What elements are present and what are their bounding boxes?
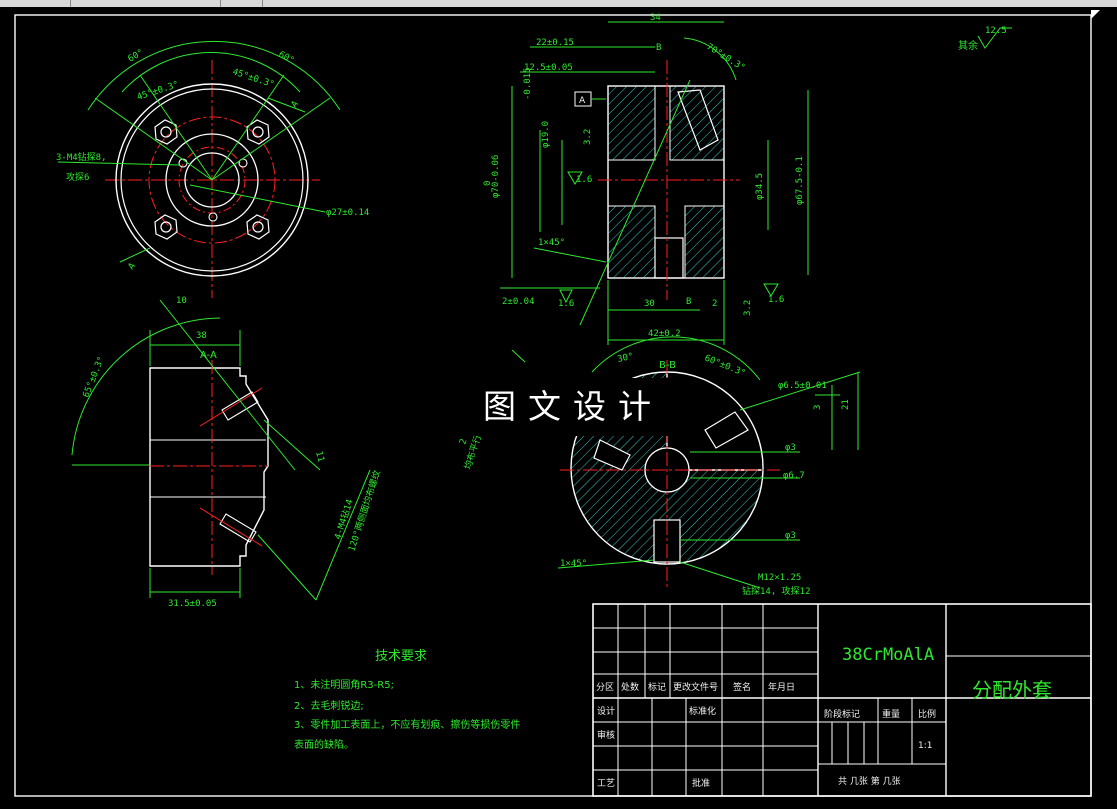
- technical-requirements: 技术要求 1、未注明圆角R3-R5; 2、去毛刺锐边; 3、零件加工表面上，不应…: [294, 649, 520, 751]
- review-label: 审核: [597, 729, 615, 741]
- dim-21: 21: [841, 399, 851, 410]
- thread-depth: 钻探14, 攻探12: [742, 585, 811, 597]
- dia-3-top: φ3: [785, 443, 796, 453]
- design-label: 设计: [597, 705, 615, 717]
- dim-2-004: 2±0.04: [502, 297, 535, 307]
- dim-3: 3: [813, 405, 823, 410]
- dia-19: φ19.0: [541, 121, 551, 148]
- standardize-label: 标准化: [689, 705, 716, 717]
- roughness-value: 12.5: [985, 26, 1007, 36]
- section-bb-label: B-B: [659, 360, 676, 371]
- thread-m12: M12×1.25: [758, 573, 801, 583]
- process-label: 工艺: [597, 778, 615, 789]
- datum-a-label: A: [579, 96, 586, 106]
- dia-34-5: φ34.5: [755, 173, 765, 200]
- dia-67-5: φ67.5-0.1: [795, 156, 805, 205]
- dim-11: 11: [313, 450, 325, 463]
- dim-31-5: 31.5±0.05: [168, 599, 217, 609]
- roughness-1-6-bottom: 1.6: [558, 299, 574, 309]
- dia-70: φ70-0.06: [491, 155, 501, 198]
- tol-minus: -0.015: [523, 67, 533, 100]
- dia-27: φ27±0.14: [326, 208, 369, 218]
- sheet-count: 共 几张 第 几张: [838, 775, 901, 787]
- header-signature: 签名: [733, 681, 751, 693]
- scale-label: 比例: [918, 708, 936, 720]
- hole-note-2: 攻探6: [66, 171, 89, 183]
- section-b-b-view: B-B 30° 60°±0.3° φ6.5±0.01 3 21 2 均布平行 φ…: [458, 336, 861, 597]
- dia-3-bottom: φ3: [785, 531, 796, 541]
- dim-10: 10: [176, 296, 187, 306]
- chamfer-label: 1×45°: [538, 238, 565, 248]
- frame-corner-mark: [1091, 10, 1100, 19]
- tech-item-3-cont: 表面的缺陷。: [294, 738, 354, 751]
- watermark: 图文设计: [458, 378, 688, 436]
- tech-item-1: 1、未注明圆角R3-R5;: [294, 678, 394, 691]
- angle-30: 30°: [617, 352, 635, 365]
- dim-34: 34: [650, 13, 661, 23]
- approve-label: 批准: [692, 777, 710, 789]
- roughness-1-6-right: 1.6: [768, 295, 784, 305]
- dim-30: 30: [644, 299, 655, 309]
- angle-70: 70°±0.3°: [704, 42, 746, 73]
- section-a-a-view: 38 A-A 10 65°±0.3° 11 4-M4钻14 120°两侧面均布螺…: [71, 296, 383, 609]
- cut-mark-a-bottom: A: [127, 261, 139, 272]
- stage-mark-label: 阶段标记: [824, 708, 860, 720]
- title-block-text: 38CrMoAlA 分配外套 分区 处数 标记 更改文件号 签名 年月日 设计 …: [596, 645, 1052, 789]
- cut-mark-b-top: B: [656, 43, 661, 53]
- tech-item-2: 2、去毛刺锐边;: [294, 699, 364, 712]
- roughness-symbol: 12.5 其余: [958, 26, 1012, 52]
- section-aa-label: A-A: [200, 350, 217, 361]
- cut-mark-a-top: A: [290, 99, 302, 110]
- roughness-3-2-left: 3.2: [583, 129, 593, 145]
- header-count: 处数: [621, 681, 639, 693]
- part-name: 分配外套: [972, 678, 1052, 702]
- chamfer-bb: 1×45°: [560, 559, 587, 569]
- tech-title: 技术要求: [375, 649, 427, 664]
- scale-value: 1:1: [918, 741, 932, 751]
- cut-mark-b-bottom: B: [686, 297, 691, 307]
- dim-38: 38: [196, 331, 207, 341]
- header-zone: 分区: [596, 682, 614, 693]
- material-label: 38CrMoAlA: [842, 645, 934, 665]
- weight-label: 重量: [882, 708, 900, 720]
- side-note: 均布平行: [461, 433, 484, 471]
- roughness-1-6-left: 1.6: [576, 175, 592, 185]
- roughness-3-2-right: 3.2: [743, 300, 753, 316]
- front-view: 60° 60° 45°±0.3° 45°±0.3° 3-M4钻探8, 攻探6 φ…: [56, 40, 369, 298]
- angle-60-left: 60°: [127, 48, 146, 65]
- hole-note-1: 3-M4钻探8,: [56, 151, 107, 163]
- tol-zero: 0: [483, 181, 493, 186]
- angle-45-left: 45°±0.3°: [136, 80, 180, 103]
- angle-60: 60°±0.3°: [703, 354, 747, 380]
- angle-65: 65°±0.3°: [82, 355, 108, 399]
- dim-2-side: 2: [458, 438, 469, 446]
- tech-item-3: 3、零件加工表面上，不应有划痕、擦伤等损伤零件: [294, 718, 520, 731]
- dim-22: 22±0.15: [536, 38, 574, 48]
- header-date: 年月日: [768, 681, 795, 693]
- dia-6-5: φ6.5±0.01: [778, 381, 827, 391]
- header-mark: 标记: [648, 681, 666, 693]
- roughness-note: 其余: [958, 39, 978, 52]
- dim-2: 2: [712, 299, 717, 309]
- header-change-doc: 更改文件号: [673, 681, 718, 693]
- section-top-right: A 34 22±0.15 12.5±0.05 B B 70°±0.3° -0.0…: [483, 13, 809, 345]
- dia-6-7: φ6.7: [783, 471, 805, 481]
